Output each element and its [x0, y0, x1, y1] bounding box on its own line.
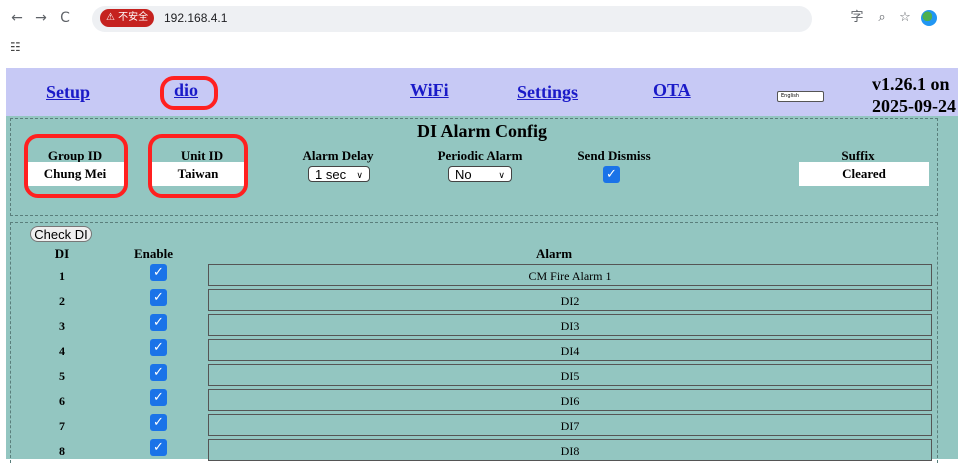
suffix-input[interactable]: Cleared [799, 162, 929, 186]
send-dismiss-checkbox[interactable]: ✓ [603, 166, 620, 183]
alarm-name-input[interactable]: DI2 [208, 289, 932, 311]
enable-column-header: Enable [134, 246, 174, 261]
translate-icon[interactable]: 字 [848, 9, 866, 27]
chevron-down-icon: ∨ [498, 170, 505, 180]
alarm-name-input[interactable]: DI3 [208, 314, 932, 336]
enable-checkbox[interactable]: ✓ [150, 339, 167, 356]
enable-checkbox[interactable]: ✓ [150, 364, 167, 381]
check-di-button[interactable]: Check DI [30, 226, 92, 242]
url-text[interactable]: 192.168.4.1 [164, 9, 227, 27]
send-dismiss-header: Send Dismiss [577, 148, 651, 163]
di-number: 6 [59, 394, 65, 408]
enable-checkbox[interactable]: ✓ [150, 439, 167, 456]
chevron-down-icon: ∨ [356, 170, 363, 180]
di-number: 4 [59, 344, 65, 358]
alarm-delay-value: 1 sec [315, 167, 347, 182]
enable-checkbox[interactable]: ✓ [150, 389, 167, 406]
config-title: DI Alarm Config [417, 121, 547, 141]
di-number: 5 [59, 369, 65, 383]
alarm-delay-select[interactable]: 1 sec ∨ [308, 166, 370, 182]
alarm-name-input[interactable]: DI8 [208, 439, 932, 461]
highlight-dio-link [160, 76, 218, 110]
periodic-alarm-header: Periodic Alarm [437, 148, 523, 163]
reload-icon[interactable]: C [56, 9, 74, 27]
page-content: Setup dio WiFi Settings OTA English v1.2… [6, 68, 958, 463]
star-icon[interactable]: ☆ [896, 9, 914, 27]
alarm-name-input[interactable]: DI7 [208, 414, 932, 436]
menu-settings-link[interactable]: Settings [517, 82, 578, 103]
di-number: 8 [59, 444, 65, 458]
alarm-name-input[interactable]: DI6 [208, 389, 932, 411]
menu-setup-link[interactable]: Setup [46, 82, 90, 103]
forward-arrow-icon[interactable]: → [32, 9, 50, 27]
di-number: 2 [59, 294, 65, 308]
alarm-name-input[interactable]: DI4 [208, 339, 932, 361]
enable-checkbox[interactable]: ✓ [150, 414, 167, 431]
alarm-name-input[interactable]: CM Fire Alarm 1 [208, 264, 932, 286]
di-number: 3 [59, 319, 65, 333]
version-line-2: 2025-09-24 [872, 96, 956, 116]
profile-avatar[interactable] [921, 10, 937, 26]
alarm-delay-header: Alarm Delay [302, 148, 374, 163]
periodic-alarm-value: No [455, 167, 472, 182]
menu-ota-link[interactable]: OTA [653, 80, 691, 101]
alarm-name-input[interactable]: DI5 [208, 364, 932, 386]
not-secure-badge[interactable]: ⚠ 不安全 [100, 9, 155, 27]
periodic-alarm-select[interactable]: No ∨ [448, 166, 512, 182]
enable-checkbox[interactable]: ✓ [150, 289, 167, 306]
top-menu: Setup dio WiFi Settings OTA English v1.2… [6, 68, 958, 116]
back-arrow-icon[interactable]: ← [8, 9, 26, 27]
version-line-1: v1.26.1 on [872, 74, 950, 94]
apps-grid-icon[interactable]: ☷ [10, 40, 21, 54]
firmware-version: v1.26.1 on 2025-09-24 [872, 73, 956, 117]
enable-checkbox[interactable]: ✓ [150, 264, 167, 281]
alarm-column-header: Alarm [536, 246, 573, 261]
enable-checkbox[interactable]: ✓ [150, 314, 167, 331]
language-select[interactable]: English [777, 91, 824, 102]
zoom-icon[interactable]: ⌕ [873, 9, 891, 27]
menu-wifi-link[interactable]: WiFi [410, 80, 449, 101]
highlight-unit-id [148, 134, 248, 198]
highlight-group-id [24, 134, 128, 198]
di-column-header: DI [54, 246, 70, 261]
browser-toolbar: ← → C ⚠ 不安全 192.168.4.1 字 ⌕ ☆ [0, 0, 958, 38]
di-number: 7 [59, 419, 65, 433]
di-number: 1 [59, 269, 65, 283]
